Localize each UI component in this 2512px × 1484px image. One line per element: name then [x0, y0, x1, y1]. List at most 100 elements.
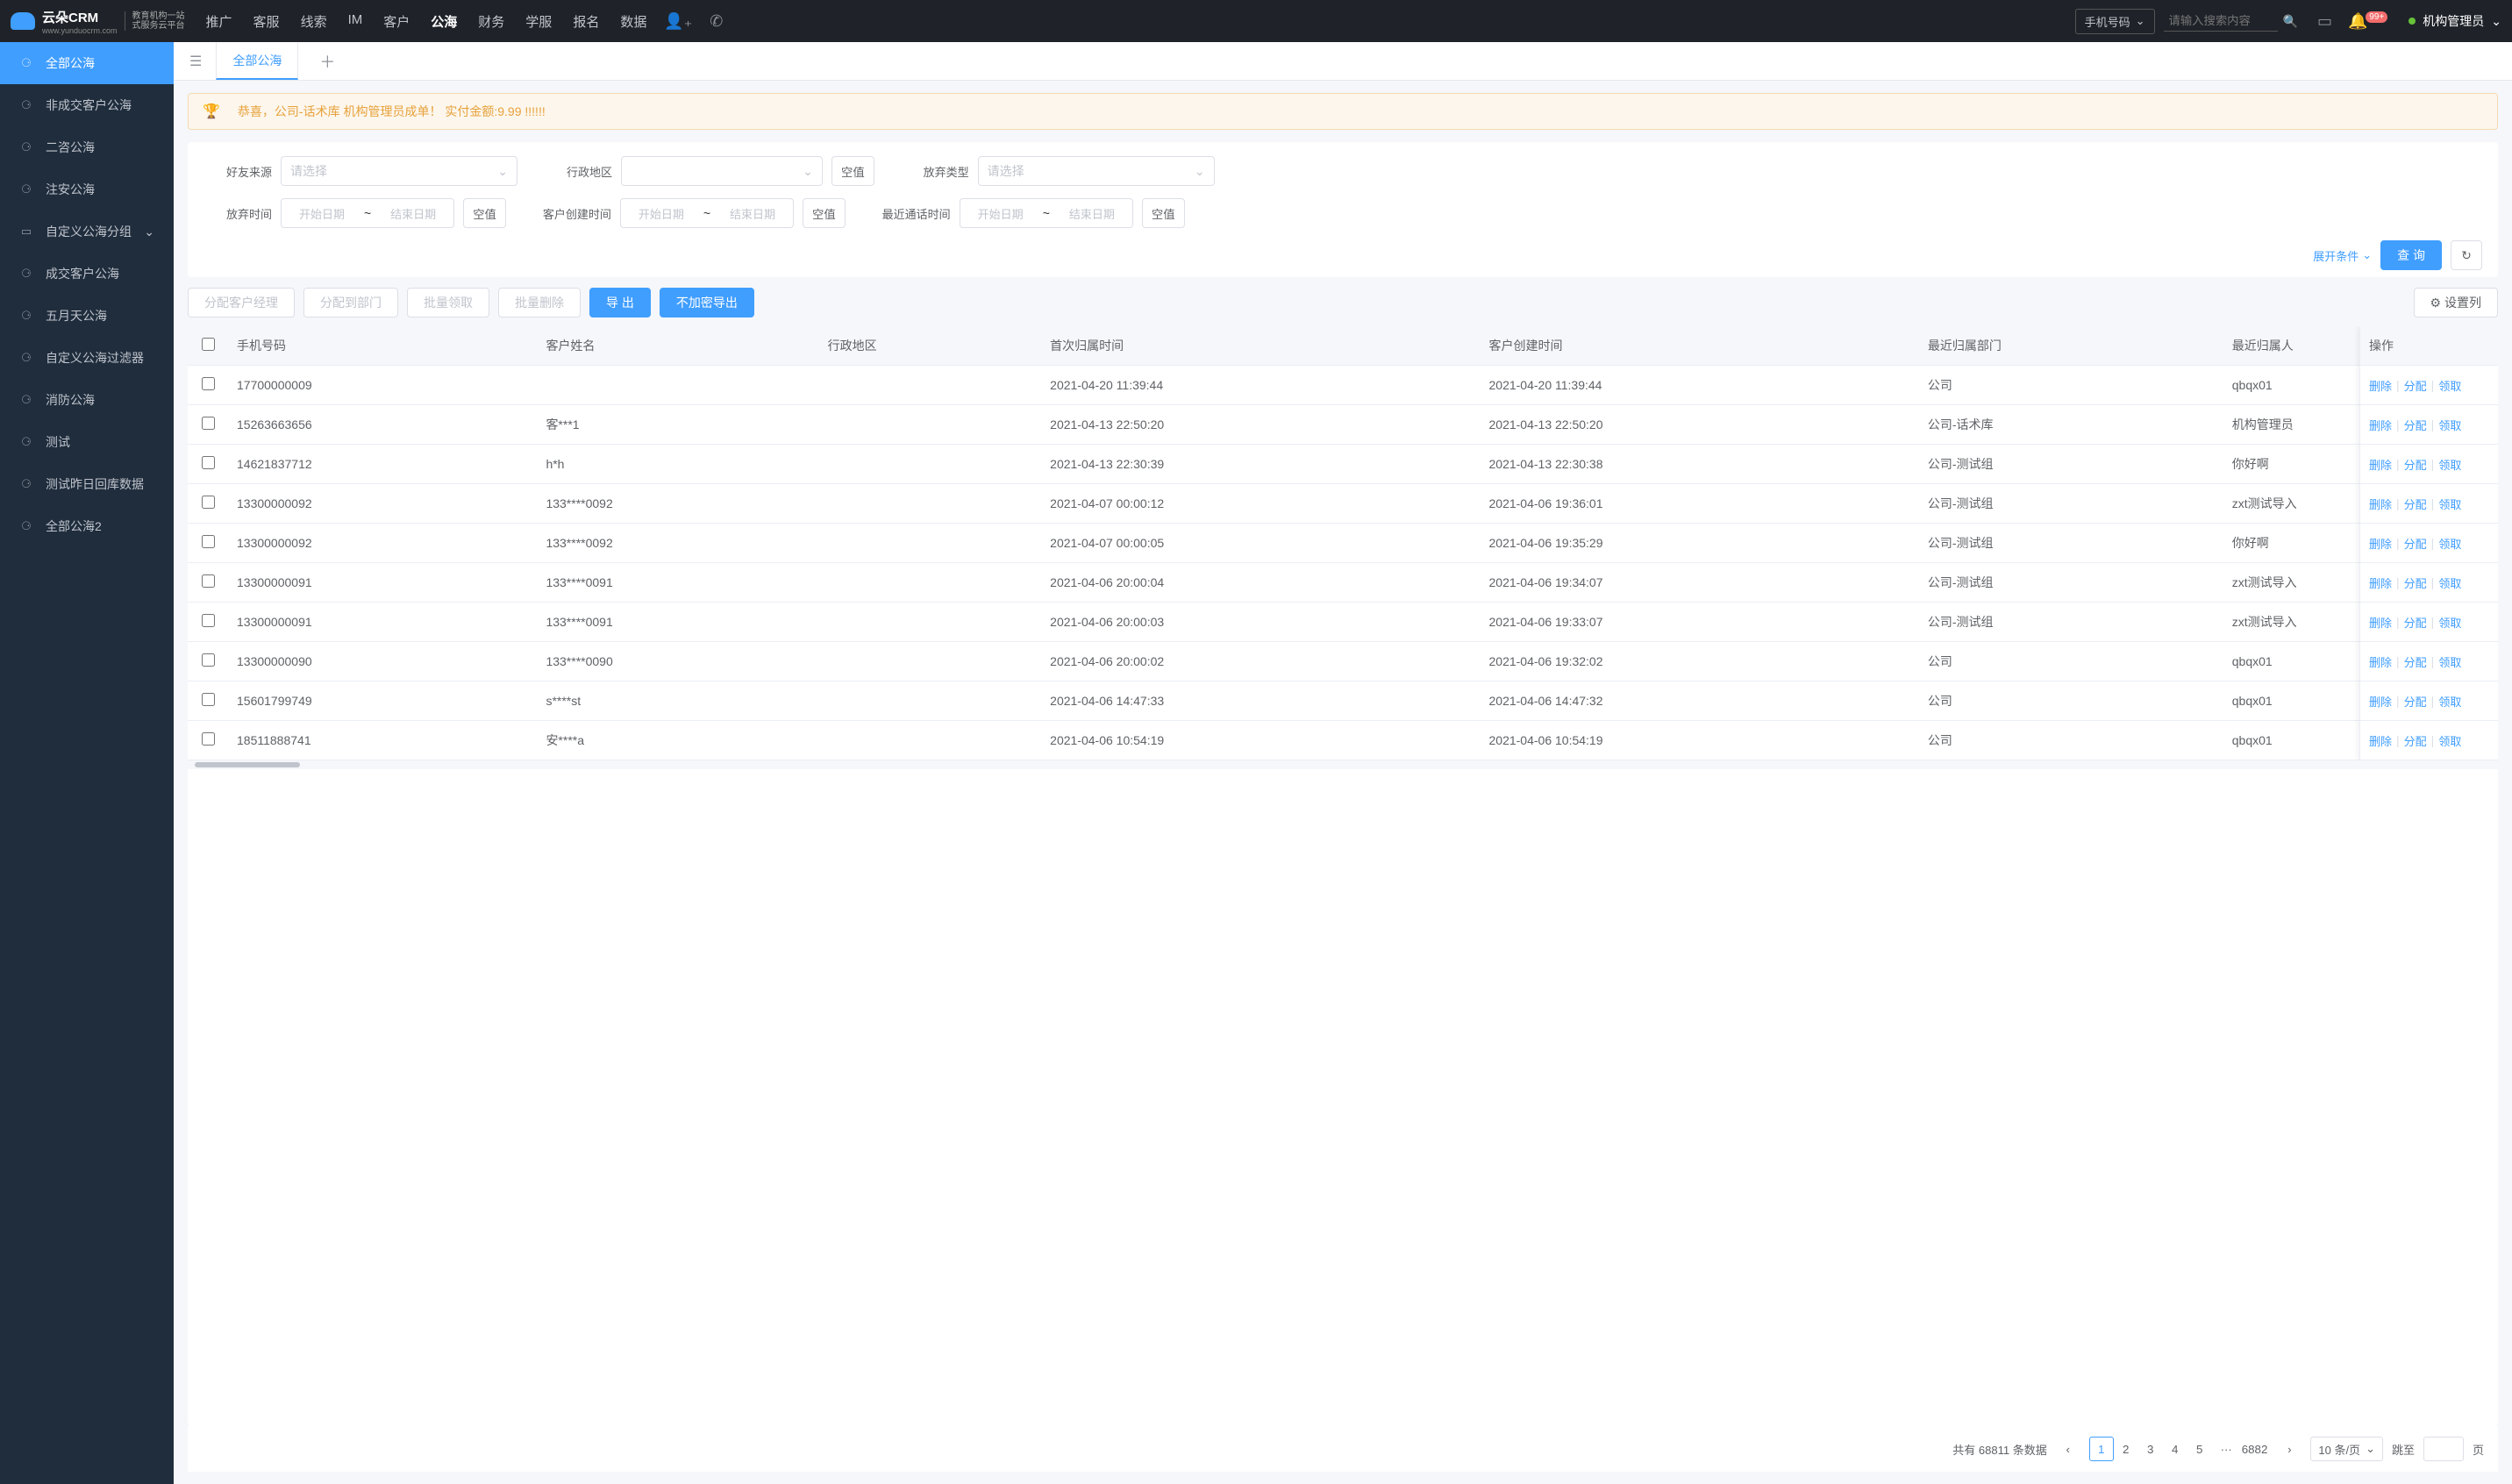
- row-checkbox[interactable]: [202, 496, 215, 509]
- delete-link[interactable]: 删除: [2369, 574, 2392, 591]
- phone-icon[interactable]: ✆: [710, 12, 723, 31]
- assign-manager-button[interactable]: 分配客户经理: [188, 288, 295, 317]
- bell-icon[interactable]: 🔔: [2348, 12, 2367, 30]
- pager-prev-button[interactable]: ‹: [2056, 1437, 2080, 1461]
- user-menu[interactable]: 机构管理员 ⌄: [2409, 12, 2501, 30]
- delete-link[interactable]: 删除: [2369, 496, 2392, 512]
- pager-page-button[interactable]: 3: [2138, 1437, 2163, 1461]
- sidebar-item[interactable]: ⚆测试: [0, 421, 174, 463]
- nav-item[interactable]: 线索: [301, 12, 327, 31]
- sidebar-item[interactable]: ⚆自定义公海过滤器: [0, 337, 174, 379]
- batch-claim-button[interactable]: 批量领取: [407, 288, 489, 317]
- abandon-date-range[interactable]: 开始日期~结束日期: [281, 198, 454, 228]
- delete-link[interactable]: 删除: [2369, 653, 2392, 670]
- sidebar-item[interactable]: ⚆二咨公海: [0, 126, 174, 168]
- row-checkbox[interactable]: [202, 732, 215, 746]
- sidebar-item[interactable]: ⚆全部公海: [0, 42, 174, 84]
- assign-link[interactable]: 分配: [2404, 732, 2427, 749]
- assign-link[interactable]: 分配: [2404, 496, 2427, 512]
- call-date-range[interactable]: 开始日期~结束日期: [960, 198, 1133, 228]
- mobile-icon[interactable]: ▭: [2317, 12, 2332, 31]
- assign-link[interactable]: 分配: [2404, 535, 2427, 552]
- sidebar-item[interactable]: ⚆注安公海: [0, 168, 174, 210]
- pager-next-button[interactable]: ›: [2277, 1437, 2301, 1461]
- assign-link[interactable]: 分配: [2404, 574, 2427, 591]
- nav-item[interactable]: 客户: [383, 12, 410, 31]
- query-button[interactable]: 查 询: [2380, 240, 2442, 270]
- pager-page-button[interactable]: 2: [2114, 1437, 2138, 1461]
- claim-link[interactable]: 领取: [2438, 417, 2461, 433]
- claim-link[interactable]: 领取: [2438, 614, 2461, 631]
- sidebar-item[interactable]: ⚆全部公海2: [0, 505, 174, 547]
- nav-item[interactable]: 推广: [206, 12, 232, 31]
- delete-link[interactable]: 删除: [2369, 693, 2392, 710]
- export-plain-button[interactable]: 不加密导出: [660, 288, 754, 317]
- sidebar-item[interactable]: ▭自定义公海分组⌄: [0, 210, 174, 253]
- sidebar-item[interactable]: ⚆消防公海: [0, 379, 174, 421]
- assign-link[interactable]: 分配: [2404, 377, 2427, 394]
- abandon-null-button[interactable]: 空值: [463, 198, 506, 228]
- nav-item[interactable]: 学服: [525, 12, 552, 31]
- claim-link[interactable]: 领取: [2438, 496, 2461, 512]
- delete-link[interactable]: 删除: [2369, 417, 2392, 433]
- assign-link[interactable]: 分配: [2404, 653, 2427, 670]
- nav-item[interactable]: 财务: [478, 12, 504, 31]
- tab-add-button[interactable]: ＋: [307, 50, 347, 73]
- pager-page-button[interactable]: 1: [2089, 1437, 2114, 1461]
- region-select[interactable]: ⌄: [621, 156, 823, 186]
- delete-link[interactable]: 删除: [2369, 614, 2392, 631]
- add-user-icon[interactable]: 👤₊: [664, 12, 692, 31]
- page-size-select[interactable]: 10 条/页⌄: [2310, 1437, 2383, 1461]
- nav-item[interactable]: 数据: [620, 12, 646, 31]
- claim-link[interactable]: 领取: [2438, 574, 2461, 591]
- row-checkbox[interactable]: [202, 535, 215, 548]
- set-columns-button[interactable]: ⚙ 设置列: [2414, 288, 2498, 317]
- pager-page-button[interactable]: 4: [2163, 1437, 2187, 1461]
- assign-link[interactable]: 分配: [2404, 614, 2427, 631]
- nav-item[interactable]: 公海: [431, 12, 457, 31]
- nav-item[interactable]: 客服: [253, 12, 280, 31]
- search-input[interactable]: [2164, 11, 2278, 32]
- tab-active[interactable]: 全部公海: [216, 43, 298, 80]
- row-checkbox[interactable]: [202, 456, 215, 469]
- pager-page-button[interactable]: 5: [2187, 1437, 2212, 1461]
- source-select[interactable]: 请选择⌄: [281, 156, 517, 186]
- claim-link[interactable]: 领取: [2438, 535, 2461, 552]
- assign-dept-button[interactable]: 分配到部门: [303, 288, 398, 317]
- horizontal-scrollbar[interactable]: [188, 760, 2498, 769]
- create-null-button[interactable]: 空值: [803, 198, 846, 228]
- delete-link[interactable]: 删除: [2369, 456, 2392, 473]
- delete-link[interactable]: 删除: [2369, 535, 2392, 552]
- refresh-button[interactable]: ↻: [2451, 240, 2482, 270]
- search-icon[interactable]: 🔍: [2283, 14, 2298, 29]
- row-checkbox[interactable]: [202, 574, 215, 588]
- batch-delete-button[interactable]: 批量删除: [498, 288, 581, 317]
- abandon-type-select[interactable]: 请选择⌄: [978, 156, 1215, 186]
- row-checkbox[interactable]: [202, 377, 215, 390]
- jump-page-input[interactable]: [2423, 1437, 2464, 1461]
- sidebar-item[interactable]: ⚆成交客户公海: [0, 253, 174, 295]
- pager-last-page[interactable]: 6882: [2241, 1437, 2269, 1461]
- sidebar-item[interactable]: ⚆非成交客户公海: [0, 84, 174, 126]
- row-checkbox[interactable]: [202, 417, 215, 430]
- row-checkbox[interactable]: [202, 653, 215, 667]
- assign-link[interactable]: 分配: [2404, 417, 2427, 433]
- claim-link[interactable]: 领取: [2438, 732, 2461, 749]
- claim-link[interactable]: 领取: [2438, 653, 2461, 670]
- nav-item[interactable]: IM: [348, 12, 363, 31]
- call-null-button[interactable]: 空值: [1142, 198, 1185, 228]
- select-all-checkbox[interactable]: [202, 338, 215, 351]
- claim-link[interactable]: 领取: [2438, 377, 2461, 394]
- nav-item[interactable]: 报名: [573, 12, 599, 31]
- assign-link[interactable]: 分配: [2404, 456, 2427, 473]
- export-button[interactable]: 导 出: [589, 288, 651, 317]
- delete-link[interactable]: 删除: [2369, 377, 2392, 394]
- create-date-range[interactable]: 开始日期~结束日期: [620, 198, 794, 228]
- tab-collapse-icon[interactable]: ☰: [184, 53, 207, 70]
- row-checkbox[interactable]: [202, 693, 215, 706]
- assign-link[interactable]: 分配: [2404, 693, 2427, 710]
- sidebar-item[interactable]: ⚆测试昨日回库数据: [0, 463, 174, 505]
- delete-link[interactable]: 删除: [2369, 732, 2392, 749]
- region-null-button[interactable]: 空值: [831, 156, 874, 186]
- sidebar-item[interactable]: ⚆五月天公海: [0, 295, 174, 337]
